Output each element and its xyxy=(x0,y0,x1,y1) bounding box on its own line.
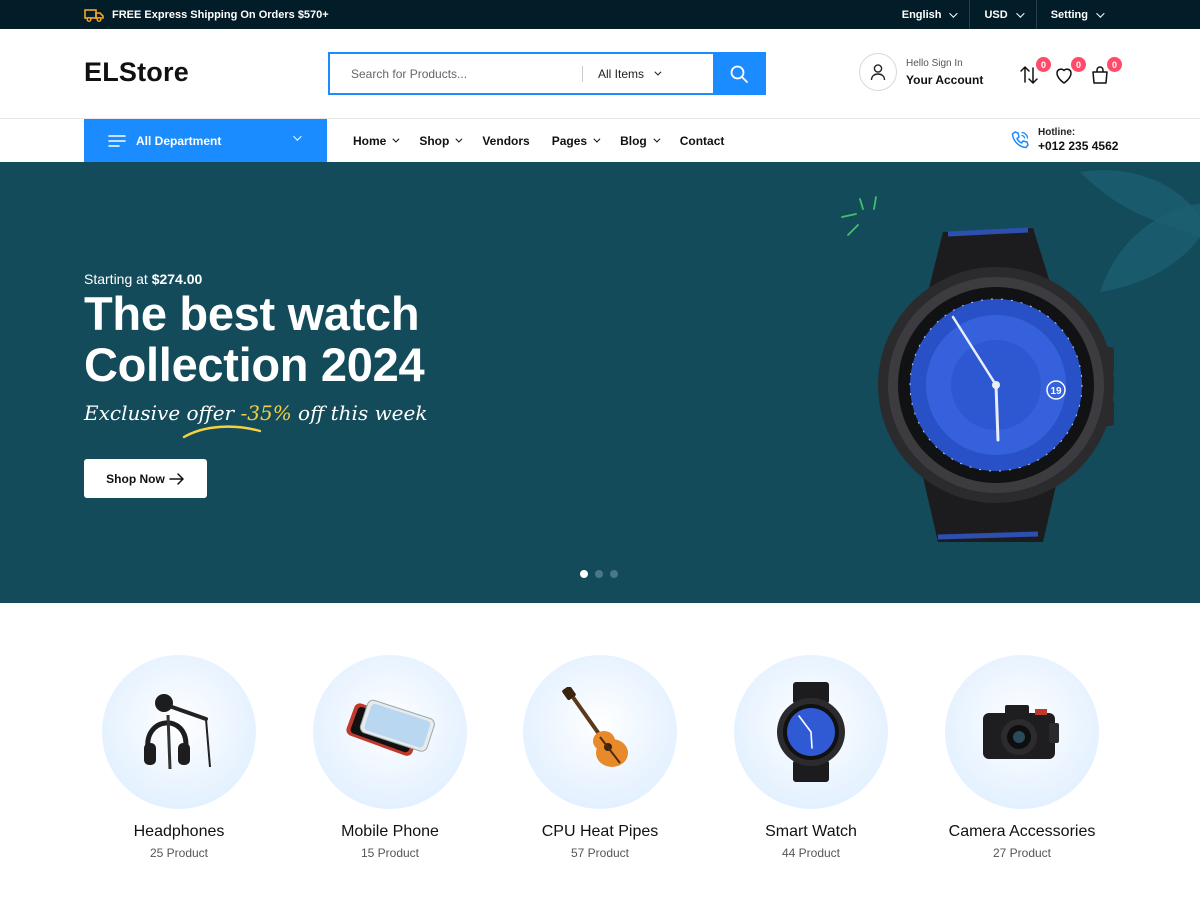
chevron-down-icon xyxy=(653,135,661,143)
hero-starting-price: Starting at $274.00 xyxy=(84,271,202,287)
category-count: 27 Product xyxy=(992,846,1052,860)
hero-title-line2: Collection 2024 xyxy=(84,338,425,391)
slider-dot[interactable] xyxy=(610,570,618,578)
hero-title: The best watch Collection 2024 xyxy=(84,288,604,390)
shipping-notice: FREE Express Shipping On Orders $570+ xyxy=(84,0,329,29)
nav-label: Blog xyxy=(620,133,647,148)
main-nav: All Department Home Shop Vendors Pages B… xyxy=(0,119,1200,162)
account-greeting: Hello Sign In xyxy=(906,57,963,69)
category-card-headphones[interactable]: Headphones 25 Product xyxy=(79,655,279,860)
nav-item-blog[interactable]: Blog xyxy=(620,133,661,148)
hotline[interactable]: Hotline: +012 235 4562 xyxy=(1010,127,1118,153)
camera-icon xyxy=(945,655,1099,809)
category-section: Headphones 25 Product Mobile Phone 15 Pr… xyxy=(0,603,1200,900)
search-button[interactable] xyxy=(713,54,764,93)
guitar-icon xyxy=(523,655,677,809)
svg-text:19: 19 xyxy=(1050,386,1062,397)
chevron-down-icon xyxy=(1015,8,1025,18)
search-category-label: All Items xyxy=(598,66,645,81)
offer-suffix: off this week xyxy=(291,401,428,425)
wishlist-button[interactable]: 0 xyxy=(1053,57,1086,88)
nav-item-home[interactable]: Home xyxy=(353,133,400,148)
nav-label: Pages xyxy=(551,133,588,148)
all-department-button[interactable]: All Department xyxy=(84,119,327,162)
setting-menu[interactable]: Setting xyxy=(1035,0,1116,29)
search-category-select[interactable]: All Items xyxy=(583,54,713,93)
chevron-down-icon xyxy=(455,135,463,143)
nav-label: Contact xyxy=(679,133,725,148)
hero-banner: Starting at $274.00 The best watch Colle… xyxy=(0,162,1200,603)
wishlist-count-badge: 0 xyxy=(1071,57,1086,72)
chevron-down-icon xyxy=(654,68,662,76)
category-name: Headphones xyxy=(133,823,225,840)
nav-item-shop[interactable]: Shop xyxy=(419,133,463,148)
category-name: Smart Watch xyxy=(765,823,857,840)
category-name: Mobile Phone xyxy=(341,823,439,840)
chevron-down-icon xyxy=(293,132,302,141)
slider-dot[interactable] xyxy=(580,570,588,578)
smart-watch-icon xyxy=(734,655,888,809)
category-card-smart-watch[interactable]: Smart Watch 44 Product xyxy=(711,655,911,860)
language-label: English xyxy=(901,8,942,21)
cart-button[interactable]: 0 xyxy=(1089,57,1122,88)
category-name: Camera Accessories xyxy=(948,823,1096,840)
nav-label: Home xyxy=(353,133,387,148)
category-card-mobile-phone[interactable]: Mobile Phone 15 Product xyxy=(290,655,490,860)
starting-prefix: Starting at xyxy=(84,271,152,287)
menu-icon xyxy=(108,134,126,147)
chevron-down-icon xyxy=(593,135,601,143)
mobile-phone-icon xyxy=(313,655,467,809)
category-count: 15 Product xyxy=(360,846,420,860)
arrow-right-icon xyxy=(169,472,184,485)
account-label: Your Account xyxy=(906,72,984,87)
nav-item-contact[interactable]: Contact xyxy=(680,134,725,148)
user-icon xyxy=(859,53,897,91)
chevron-down-icon xyxy=(392,135,400,143)
category-count: 44 Product xyxy=(781,846,841,860)
header: ELStore All Items Hello Sign In Your Acc… xyxy=(0,29,1200,119)
slider-dots xyxy=(580,570,618,578)
category-card-cpu-heat-pipes[interactable]: CPU Heat Pipes 57 Product xyxy=(500,655,700,860)
currency-select[interactable]: USD xyxy=(969,0,1035,29)
nav-label: Shop xyxy=(419,133,450,148)
logo[interactable]: ELStore xyxy=(84,57,189,88)
category-count: 25 Product xyxy=(149,846,209,860)
compare-count-badge: 0 xyxy=(1036,57,1051,72)
search-bar: All Items xyxy=(328,52,766,95)
top-bar: FREE Express Shipping On Orders $570+ En… xyxy=(0,0,1200,29)
nav-label: Vendors xyxy=(482,133,530,148)
nav-item-pages[interactable]: Pages xyxy=(551,133,601,148)
offer-underline xyxy=(182,425,262,439)
account-link[interactable]: Hello Sign In Your Account xyxy=(859,53,983,91)
nav-item-vendors[interactable]: Vendors xyxy=(482,134,529,148)
category-name: CPU Heat Pipes xyxy=(541,823,659,840)
currency-label: USD xyxy=(984,8,1008,21)
chevron-down-icon xyxy=(949,8,959,18)
search-icon xyxy=(730,65,748,83)
smart-watch-image: 19 xyxy=(878,227,1114,542)
headphones-icon xyxy=(102,655,256,809)
phone-icon xyxy=(1011,131,1029,149)
search-input[interactable] xyxy=(330,54,582,93)
hotline-label: Hotline: xyxy=(1038,127,1076,138)
shop-now-label: Shop Now xyxy=(106,471,165,486)
starting-price: $274.00 xyxy=(151,271,203,287)
shipping-text: FREE Express Shipping On Orders $570+ xyxy=(112,8,329,21)
hero-title-line1: The best watch xyxy=(84,287,420,340)
shop-now-button[interactable]: Shop Now xyxy=(84,459,207,498)
language-select[interactable]: English xyxy=(888,0,970,29)
slider-dot[interactable] xyxy=(595,570,603,578)
category-card-camera-accessories[interactable]: Camera Accessories 27 Product xyxy=(922,655,1122,860)
truck-icon xyxy=(84,8,104,22)
chevron-down-icon xyxy=(1096,8,1105,18)
compare-button[interactable]: 0 xyxy=(1018,57,1051,88)
setting-label: Setting xyxy=(1050,8,1088,21)
hotline-number: +012 235 4562 xyxy=(1038,139,1119,153)
category-count: 57 Product xyxy=(570,846,630,860)
department-label: All Department xyxy=(136,133,222,148)
cart-count-badge: 0 xyxy=(1107,57,1122,72)
